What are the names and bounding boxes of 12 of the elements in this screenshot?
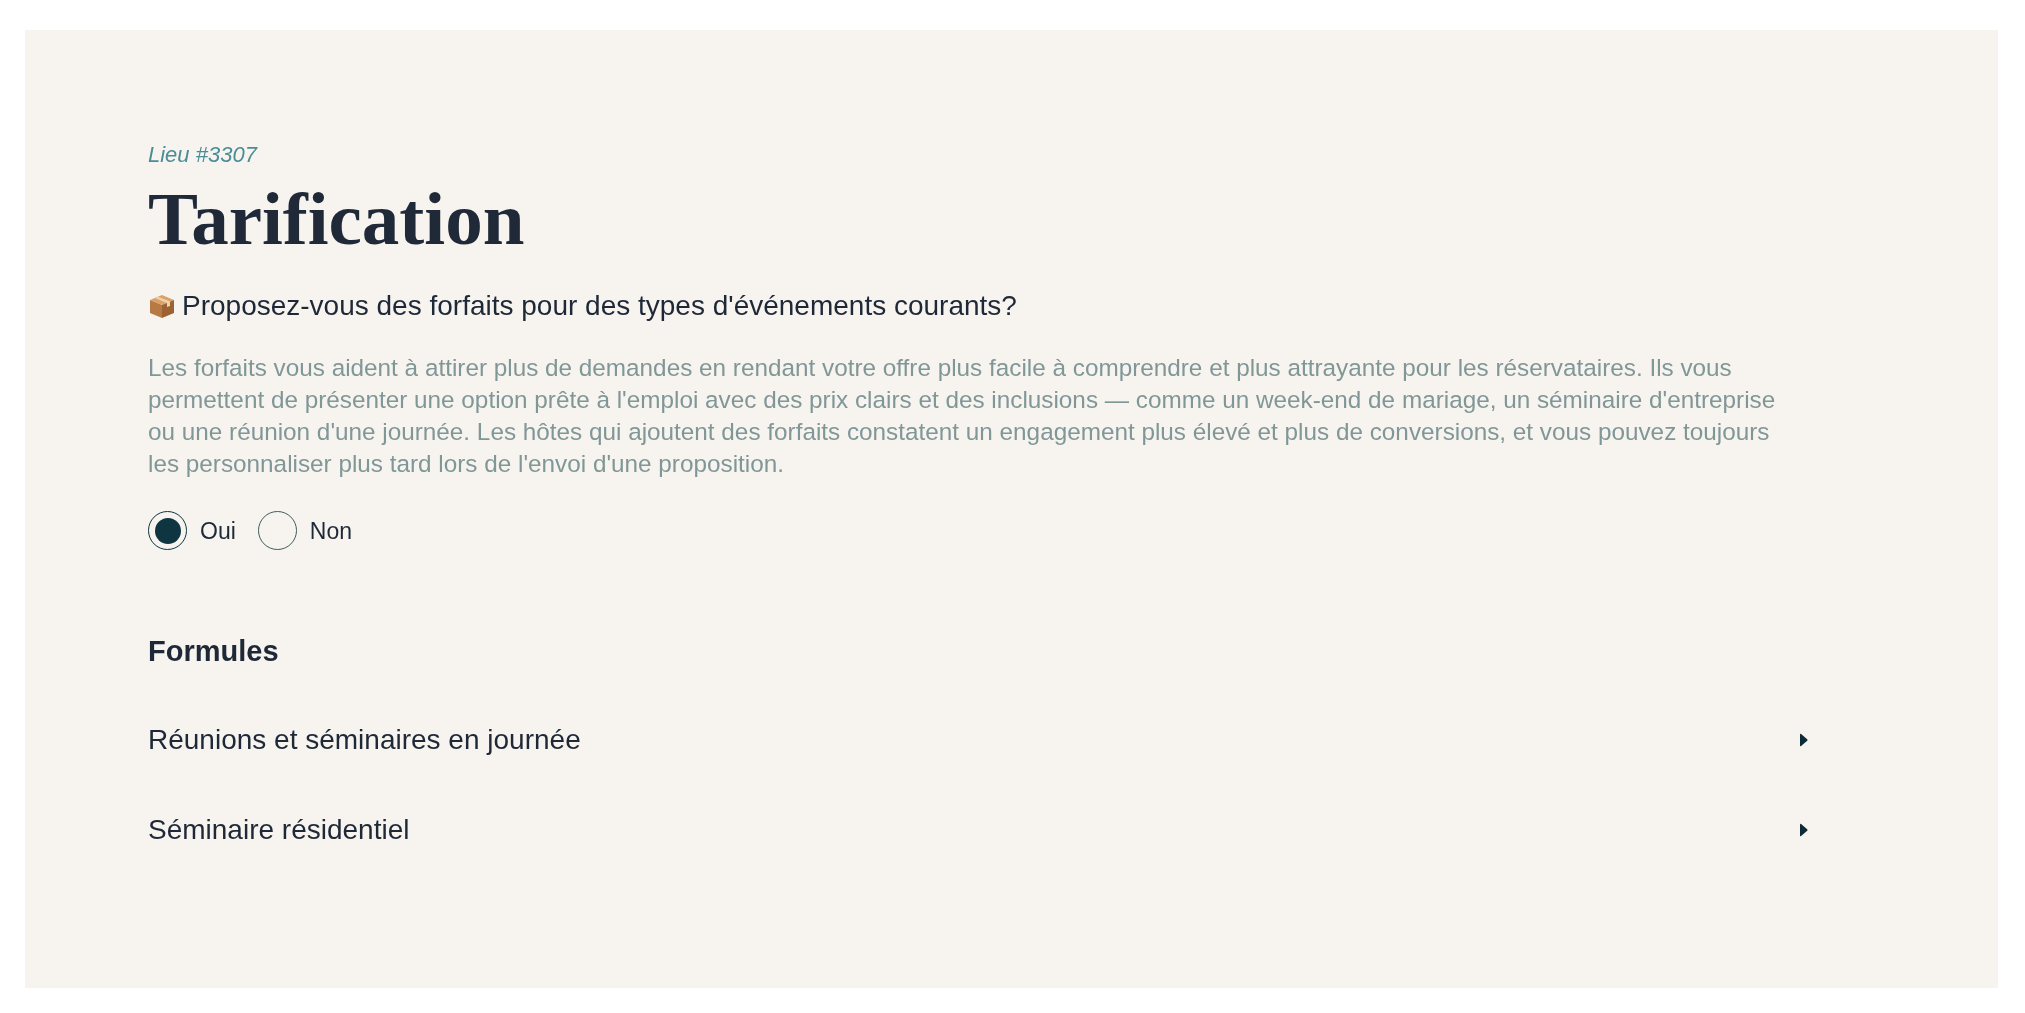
package-row[interactable]: Séminaire résidentiel bbox=[148, 785, 1810, 875]
venue-label: Lieu #3307 bbox=[148, 141, 257, 169]
question-description: Les forfaits vous aident à attirer plus de demandes en rendant votre offre plus facile à comprendre et plus attrayante pour les réservataires. Ils vous permettent de présenter une option prête à l'emploi avec des prix clairs et des inclusions — comme un week-end de mariage, un séminaire d'entreprise ou une réunion d'une journée. Les hôtes qui ajoutent des forfaits constatent un engagement plus élevé et plus de conversions, et vous pouvez toujours les personnaliser plus tard lors de l'envoi d'une proposition. bbox=[148, 353, 1777, 479]
question-text: Proposez-vous des forfaits pour des types d'événements courants? bbox=[182, 289, 1017, 323]
radio-button[interactable] bbox=[148, 511, 187, 550]
section-heading: Formules bbox=[148, 634, 279, 669]
radio-label[interactable]: Non bbox=[309, 515, 352, 546]
box-icon bbox=[148, 292, 176, 320]
radio-label[interactable]: Oui bbox=[200, 515, 236, 546]
radio-button[interactable] bbox=[257, 511, 297, 550]
package-row[interactable]: Réunions et séminaires en journée bbox=[148, 695, 1810, 785]
page-title: Tarification bbox=[148, 179, 525, 259]
